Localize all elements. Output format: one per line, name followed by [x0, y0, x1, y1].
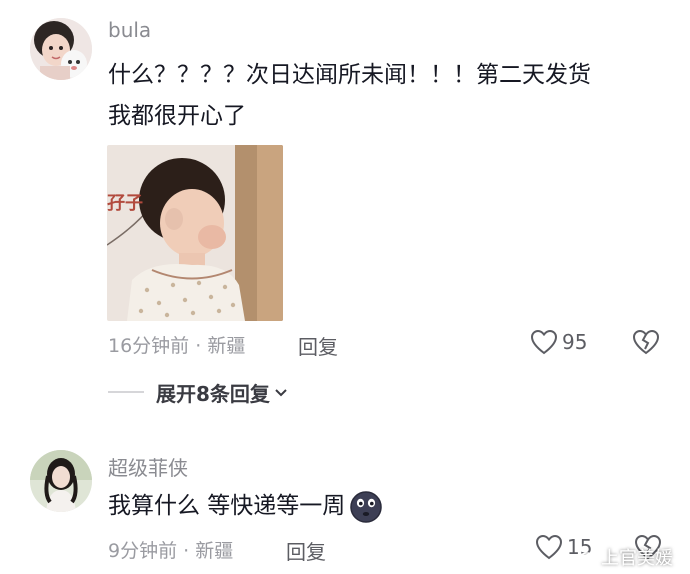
like-button[interactable]: 95 [530, 329, 587, 355]
comment-text: 我算什么 等快递等一周 [108, 493, 346, 519]
reply-button[interactable]: 回复 [286, 536, 326, 565]
comment-time: 9分钟前 [108, 540, 178, 562]
image-overlay-text: 孖子 [107, 193, 143, 214]
avatar[interactable] [30, 450, 92, 512]
expand-replies-button[interactable]: 展开8条回复 [156, 378, 288, 407]
comment-location: 新疆 [207, 335, 246, 357]
comment-username[interactable]: bula [108, 18, 151, 42]
thread-divider [108, 391, 144, 393]
meta-separator: · [183, 540, 190, 562]
meta-separator: · [195, 335, 202, 357]
comment-text-line1: 什么？？？？次日达闻所未闻！！！第二天发货 [108, 62, 591, 88]
comment-location: 新疆 [195, 540, 234, 562]
comment-username[interactable]: 超级菲侠 [108, 452, 188, 481]
reply-button[interactable]: 回复 [298, 331, 338, 360]
watermark: 上官美媛 [578, 544, 673, 570]
comment-meta: 16分钟前 · 新疆 [108, 331, 245, 358]
attached-image[interactable]: 孖子 [107, 145, 283, 321]
comment-text-row: 我算什么 等快递等一周 [108, 489, 383, 524]
emoji-icon [350, 490, 383, 523]
comment-meta: 9分钟前 · 新疆 [108, 536, 233, 563]
comment-time: 16分钟前 [108, 335, 190, 357]
avatar[interactable] [30, 18, 92, 80]
weibo-icon [578, 549, 597, 566]
broken-heart-icon [632, 329, 660, 355]
comment-text-line2: 我都很开心了 [108, 103, 246, 129]
watermark-text: 上官美媛 [601, 548, 673, 569]
dislike-button[interactable] [632, 329, 660, 359]
expand-replies-label: 展开8条回复 [156, 382, 270, 406]
like-count: 95 [562, 330, 588, 354]
heart-icon [535, 534, 563, 560]
heart-icon [530, 329, 558, 355]
chevron-down-icon [275, 388, 287, 396]
